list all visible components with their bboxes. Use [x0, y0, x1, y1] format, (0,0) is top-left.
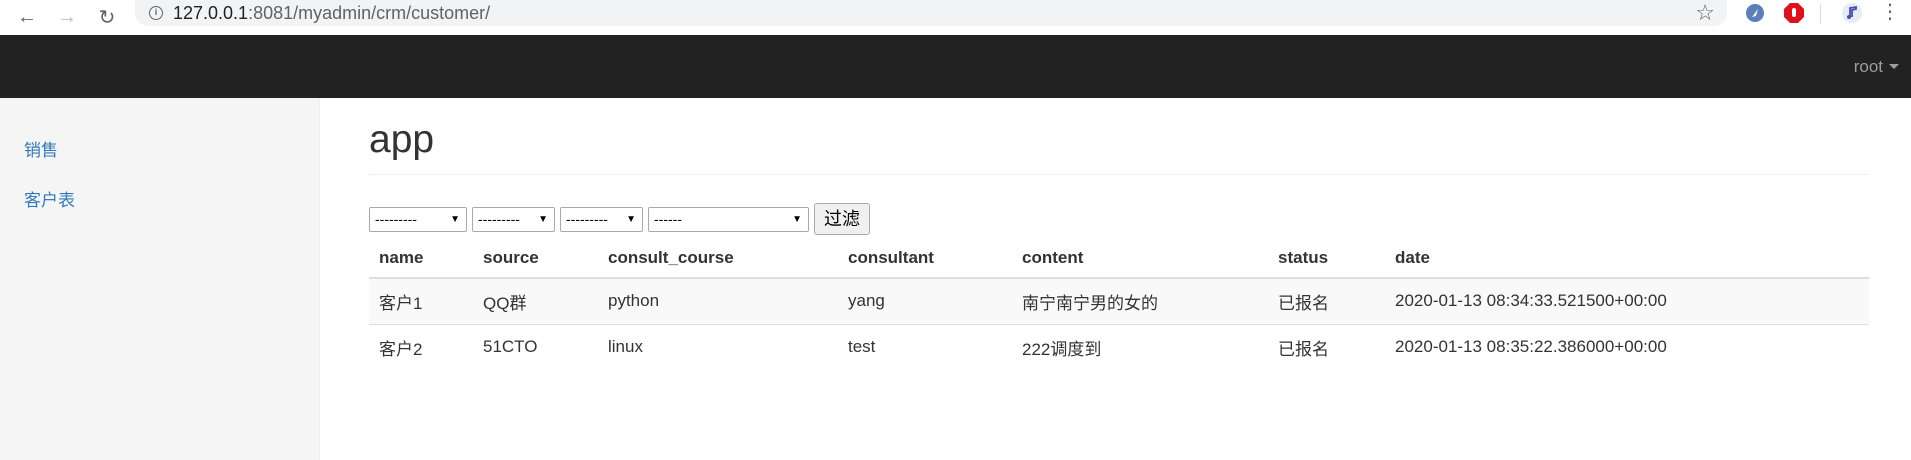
bookmark-star-icon[interactable]: ☆ — [1695, 0, 1715, 26]
url-text[interactable]: 127.0.0.1:8081/myadmin/crm/customer/ — [173, 3, 490, 24]
cell-source: 51CTO — [473, 323, 598, 370]
filter-select-1-value: --------- — [375, 210, 417, 227]
cell-content: 南宁南宁男的女的 — [1012, 277, 1268, 324]
column-header-consult-course: consult_course — [598, 238, 838, 279]
filter-select-4-value: ------ — [654, 210, 682, 227]
page-title: app — [369, 118, 435, 161]
column-header-name: name — [369, 238, 473, 279]
dropdown-arrow-icon: ▼ — [626, 213, 636, 225]
reload-icon[interactable]: ↻ — [94, 5, 120, 31]
filter-button[interactable]: 过滤 — [814, 203, 870, 235]
cell-name: 客户2 — [369, 323, 473, 370]
dropdown-arrow-icon: ▼ — [792, 213, 802, 225]
column-header-date: date — [1385, 238, 1869, 279]
filter-bar: --------- ▼ --------- ▼ --------- ▼ ------ ▼… — [369, 203, 870, 235]
column-header-source: source — [473, 238, 598, 279]
sidebar-item-sales[interactable]: 销售 — [24, 136, 58, 161]
extension-feather-icon[interactable] — [1742, 0, 1768, 26]
sidebar-item-customer-table[interactable]: 客户表 — [24, 186, 75, 211]
address-bar[interactable]: i 127.0.0.1:8081/myadmin/crm/customer/ ☆ — [135, 0, 1727, 26]
cell-name: 客户1 — [369, 277, 473, 324]
cell-source: QQ群 — [473, 277, 598, 324]
cell-status: 已报名 — [1268, 277, 1385, 324]
cell-consult-course: python — [598, 277, 838, 324]
cell-consultant: test — [838, 323, 1012, 370]
cell-consult-course: linux — [598, 323, 838, 370]
sidebar: 销售 客户表 — [0, 98, 320, 460]
filter-select-1[interactable]: --------- ▼ — [369, 206, 467, 232]
cell-consultant: yang — [838, 277, 1012, 324]
user-name: root — [1853, 56, 1883, 76]
dropdown-arrow-icon: ▼ — [538, 213, 548, 225]
cell-date: 2020-01-13 08:34:33.521500+00:00 — [1385, 277, 1869, 324]
dropdown-arrow-icon: ▼ — [450, 213, 460, 225]
cell-date: 2020-01-13 08:35:22.386000+00:00 — [1385, 323, 1869, 370]
toolbar-divider — [1820, 4, 1821, 24]
back-icon[interactable]: ← — [14, 5, 40, 31]
url-path: :8081/myadmin/crm/customer/ — [248, 2, 491, 23]
forward-icon[interactable]: → — [54, 5, 80, 31]
browser-menu-icon[interactable]: ⋮ — [1880, 0, 1900, 26]
user-dropdown[interactable]: root — [1854, 35, 1899, 98]
top-navbar: root — [0, 35, 1911, 98]
browser-toolbar: ← → ↻ i 127.0.0.1:8081/myadmin/crm/custo… — [0, 0, 1911, 35]
table-row[interactable]: 客户2 51CTO linux test 222调度到 已报名 2020-01-… — [369, 323, 1869, 370]
column-header-status: status — [1268, 238, 1385, 279]
column-header-consultant: consultant — [838, 238, 1012, 279]
cell-content: 222调度到 — [1012, 323, 1268, 370]
filter-select-2[interactable]: --------- ▼ — [472, 206, 555, 232]
extension-music-icon[interactable] — [1839, 0, 1865, 26]
title-divider — [369, 174, 1869, 175]
filter-select-4[interactable]: ------ ▼ — [648, 206, 809, 232]
filter-select-3[interactable]: --------- ▼ — [560, 206, 643, 232]
filter-select-2-value: --------- — [478, 210, 520, 227]
table-header-row: name source consult_course consultant co… — [369, 238, 1869, 279]
table-row[interactable]: 客户1 QQ群 python yang 南宁南宁男的女的 已报名 2020-01… — [369, 277, 1869, 324]
info-icon[interactable]: i — [149, 6, 163, 20]
filter-select-3-value: --------- — [566, 210, 608, 227]
column-header-content: content — [1012, 238, 1268, 279]
extension-adblock-icon[interactable] — [1781, 0, 1807, 26]
url-host: 127.0.0.1 — [173, 2, 249, 23]
caret-down-icon — [1889, 64, 1899, 69]
cell-status: 已报名 — [1268, 323, 1385, 370]
customer-table: name source consult_course consultant co… — [369, 238, 1869, 370]
